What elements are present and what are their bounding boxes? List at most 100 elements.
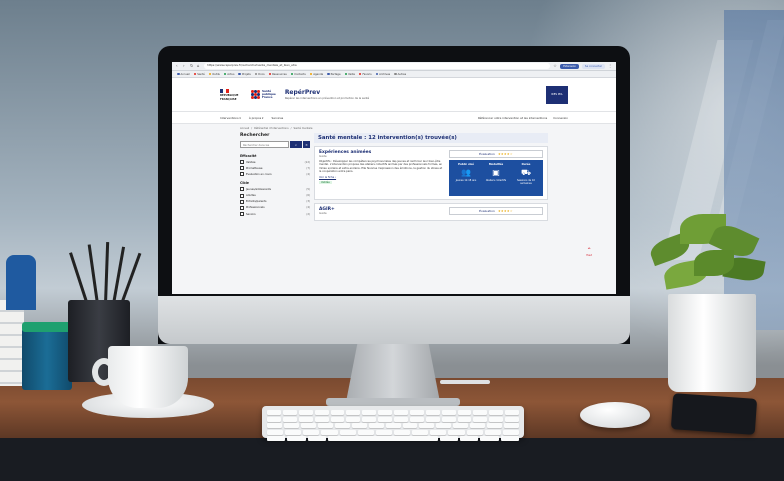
people-icon: 👥 (461, 168, 471, 177)
nav-a-propos[interactable]: À propos ▾ (249, 116, 264, 120)
bookmark-item[interactable]: Accueil (177, 73, 190, 76)
bookmark-icon (268, 72, 272, 76)
cable (440, 380, 490, 384)
results-heading: Santé mentale : 12 intervention(s) trouv… (314, 133, 548, 143)
facet-option[interactable]: Prometteuse (7) (240, 166, 310, 171)
menu-icon[interactable]: ⋮ (608, 64, 612, 68)
nav-services[interactable]: Services (271, 116, 283, 120)
rating-stars: ★★★★☆ (497, 152, 513, 156)
bookmark-item[interactable]: Agenda (309, 73, 323, 76)
bookmark-item[interactable]: Actus (223, 72, 235, 76)
bookmark-item[interactable]: Contacts (290, 72, 306, 76)
bookmark-icon (394, 72, 397, 76)
bookmark-item[interactable]: Archives (375, 72, 390, 76)
facet-option[interactable]: Seniors (2) (240, 212, 310, 217)
blue-object (6, 255, 36, 310)
site-header: RÉPUBLIQUE FRANÇAISE Santé publique Fran… (172, 78, 616, 112)
keyboard (262, 406, 524, 441)
home-icon[interactable]: ⌂ (197, 64, 201, 68)
address-bar[interactable]: https://www.reperprev.fr/recherche?sante… (204, 63, 551, 69)
bookmark-item[interactable]: Partage (327, 73, 341, 76)
forward-icon[interactable]: › (183, 64, 187, 68)
bookmark-label: Outils (212, 72, 220, 76)
computer-mouse (580, 402, 650, 428)
rating-label: Évaluation (479, 209, 495, 213)
plant-pot (668, 294, 756, 392)
facet-option[interactable]: Validée (12) (240, 160, 310, 164)
star-icon[interactable]: ☆ (553, 64, 557, 68)
breadcrumb-separator: / (251, 127, 253, 130)
facet-count: (3) (306, 200, 310, 204)
facet-checkbox[interactable] (240, 193, 244, 198)
nav-interventions[interactable]: Interventions ▾ (220, 116, 241, 120)
monitor-stand (346, 344, 440, 402)
breadcrumb-home[interactable]: Accueil (240, 127, 249, 130)
bookmark-item[interactable]: Autres (394, 73, 406, 76)
reload-icon[interactable]: ↻ (190, 64, 194, 68)
bookmark-label: Actus (227, 72, 235, 76)
sante-publique-icon (251, 89, 260, 99)
sante-publique-france-logo: Santé publique France (251, 89, 276, 100)
sign-in-button[interactable]: Se connecter (581, 63, 605, 69)
facet-option[interactable]: Évaluation en cours (4) (240, 172, 310, 177)
nav-connexion[interactable]: Connexion (553, 116, 568, 120)
result-card[interactable]: Expériences animées Guide Objectifs : Dé… (314, 146, 548, 200)
bookmark-label: Accueil (180, 72, 190, 76)
bookmark-icon (375, 72, 379, 76)
facet-option[interactable]: Enfants/parents (3) (240, 199, 310, 204)
bookmark-label: Contacts (294, 72, 306, 76)
scroll-top-label: Haut (586, 254, 592, 257)
bookmark-item[interactable]: Favoris (358, 73, 372, 76)
bookmark-icon (208, 72, 212, 76)
scroll-to-top-button[interactable]: ⌃ Haut (586, 248, 592, 258)
facet-option[interactable]: Professionnels (4) (240, 205, 310, 210)
extension-button[interactable]: Extension (560, 63, 579, 69)
card-link[interactable]: Voir la fiche › (319, 176, 445, 179)
clear-button[interactable]: ✕ (303, 141, 310, 148)
bookmark-item[interactable]: Projets (238, 72, 251, 76)
facet-count: (12) (304, 160, 310, 164)
site-title[interactable]: RepérPrev (285, 89, 369, 96)
notebook-stack (0, 300, 24, 386)
pencil (87, 244, 99, 305)
bookmark-icon (238, 72, 241, 76)
facet-title: Cible (240, 181, 249, 186)
facet-checkbox[interactable] (240, 187, 244, 192)
facet-checkbox[interactable] (240, 199, 244, 204)
nav-referencer[interactable]: Référencer votre intervention et les int… (478, 116, 547, 120)
facet-checkbox[interactable] (240, 172, 244, 177)
status-badge: Validée (319, 180, 332, 184)
bookmark-item[interactable]: Santé (193, 73, 205, 76)
facet-option[interactable]: Jeunes/adolescents (5) (240, 187, 310, 192)
bookmark-item[interactable]: Outils (208, 72, 220, 76)
panel-heading: Durée (521, 163, 531, 166)
main-area: Rechercher Rechercher dans les ⌕ ✕ Effic… (172, 130, 616, 224)
bookmark-item[interactable]: Veille (344, 73, 355, 76)
sp-line3: France (262, 95, 273, 100)
rf-line2: FRANÇAISE (220, 97, 237, 101)
info-panel: Public visé 👥 Jeunes 12-18 ans Modalités ▣ At… (449, 160, 543, 196)
facet-option[interactable]: Adultes (6) (240, 193, 310, 198)
facet-checkbox[interactable] (240, 166, 244, 171)
panel-text: Jeunes 12-18 ans (455, 179, 477, 182)
facet-list: Efficacité Validée (12) Prometteuse (7) Évalu… (240, 154, 310, 217)
facet-count: (4) (306, 172, 310, 176)
result-card[interactable]: AGIR+ Guide Évaluation ★★★★☆ (314, 203, 548, 221)
facet-checkbox[interactable] (240, 212, 244, 217)
pencil (120, 252, 142, 305)
close-icon: ✕ (305, 142, 308, 147)
bookmark-item[interactable]: Ressources (268, 72, 287, 76)
panel-text: Ateliers collectifs (485, 179, 507, 182)
bookmark-item[interactable]: Docs (254, 72, 265, 76)
search-button[interactable]: ⌕ (290, 141, 302, 148)
back-icon[interactable]: ‹ (176, 64, 180, 68)
search-input[interactable]: Rechercher dans les (240, 141, 289, 148)
browser-toolbar: ‹ › ↻ ⌂ https://www.reperprev.fr/recherc… (172, 62, 616, 71)
french-flag-icon (220, 88, 229, 93)
facet-checkbox[interactable] (240, 205, 244, 210)
facet-checkbox[interactable] (240, 160, 244, 164)
bookmark-icon (254, 72, 258, 76)
search-icon: ⌕ (294, 142, 297, 147)
breadcrumb-referentiel[interactable]: Référentiel d'interventions (254, 127, 288, 130)
republique-francaise-logo: RÉPUBLIQUE FRANÇAISE (220, 88, 242, 101)
